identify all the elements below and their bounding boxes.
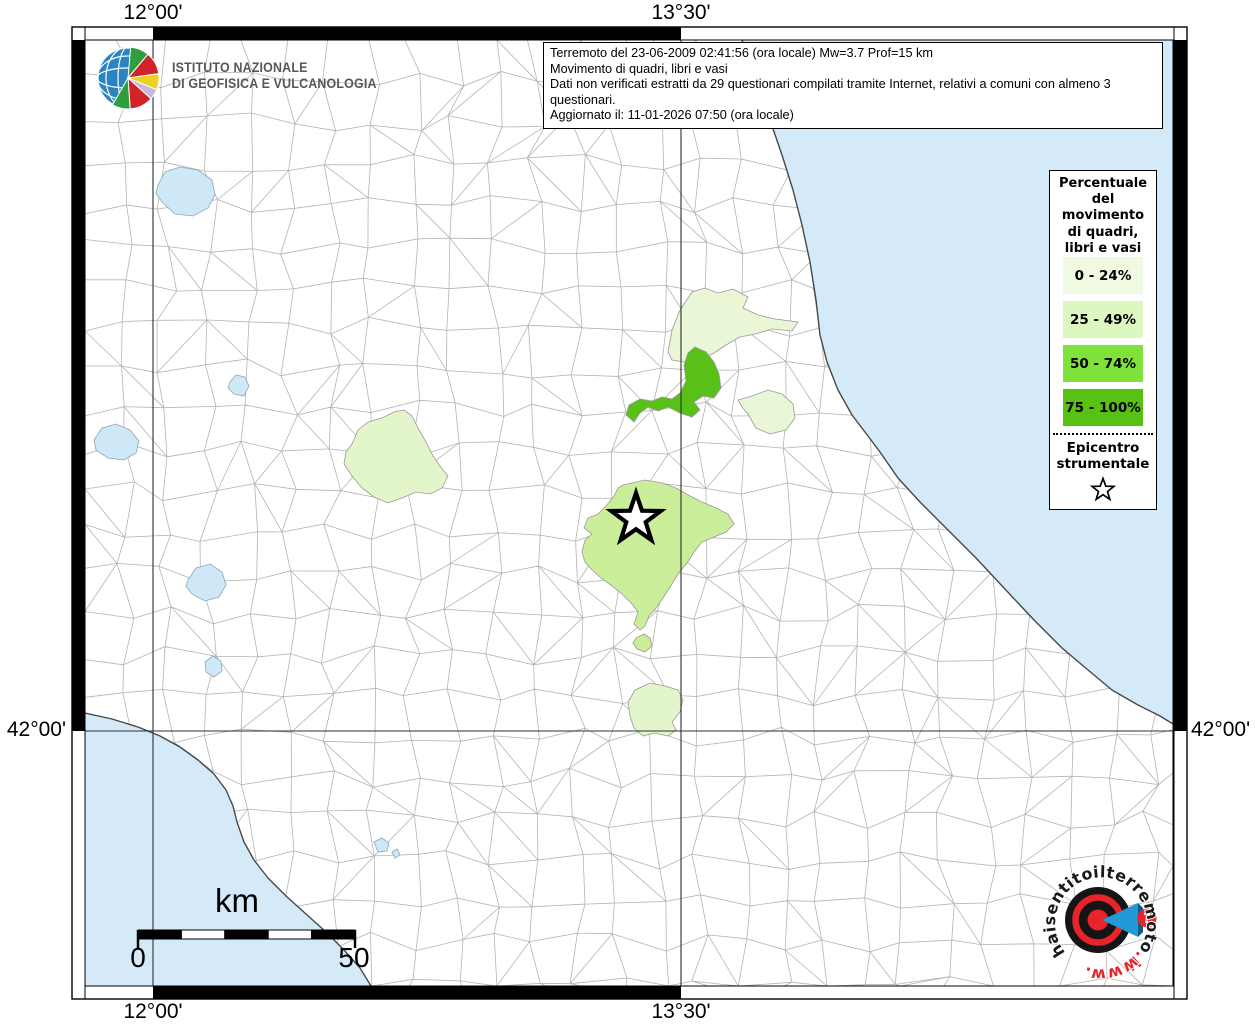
- ingv-name-line2: DI GEOFISICA E VULCANOLOGIA: [172, 76, 377, 91]
- info-line-updated: Aggiornato il: 11-01-2026 07:50 (ora loc…: [550, 108, 794, 123]
- legend-epicenter-label: Epicentro strumentale: [1050, 440, 1156, 472]
- tick-left-42: 42°00': [6, 718, 66, 741]
- legend-epicenter-line: Epicentro: [1066, 440, 1140, 457]
- earthquake-info-box: Terremoto del 23-06-2009 02:41:56 (ora l…: [543, 42, 1163, 129]
- shaded-municipality: [627, 682, 684, 737]
- tick-right-42: 42°00': [1191, 718, 1251, 741]
- info-line-event: Terremoto del 23-06-2009 02:41:56 (ora l…: [550, 46, 933, 60]
- legend-swatch-label: 0 - 24%: [1074, 267, 1132, 284]
- legend-title-line: Percentuale: [1058, 176, 1148, 191]
- legend-title-line: del: [1091, 192, 1115, 208]
- legend-title: Percentuale del movimento di quadri, lib…: [1050, 176, 1156, 257]
- legend-swatch-label: 25 - 49%: [1069, 311, 1137, 328]
- legend-separator: [1053, 433, 1153, 436]
- legend-title-line: movimento: [1061, 208, 1145, 224]
- map-area: [85, 40, 1173, 986]
- svg-text:www.: www.: [1081, 953, 1142, 984]
- legend-swatch-label: 75 - 100%: [1065, 399, 1141, 416]
- legend-title-line: di quadri,: [1067, 224, 1139, 240]
- tick-top-1330: 13°30': [651, 1, 711, 24]
- ingv-name-line1: ISTITUTO NAZIONALE: [172, 60, 308, 75]
- legend-title-line: libri e vasi: [1064, 240, 1142, 256]
- tick-bottom-12: 12°00': [123, 1000, 183, 1023]
- scalebar-unit: km: [215, 882, 259, 919]
- scalebar-start: 0: [130, 942, 146, 973]
- legend-epicenter-line: strumentale: [1056, 456, 1150, 473]
- tick-top-12: 12°00': [123, 1, 183, 24]
- macroseismic-map-page: 12°00' 13°30' 12°00' 13°30' 42°00' 42°00…: [0, 0, 1255, 1024]
- legend-swatch-label: 50 - 74%: [1069, 355, 1137, 372]
- ingv-globe-icon: [97, 46, 160, 110]
- ingv-branding: ISTITUTO NAZIONALE DI GEOFISICA E VULCAN…: [94, 44, 394, 112]
- legend-swatch-75-100: 75 - 100%: [1063, 389, 1143, 427]
- legend-swatch-50-74: 50 - 74%: [1063, 345, 1143, 383]
- scalebar-end: 50: [338, 942, 370, 973]
- info-line-effect: Movimento di quadri, libri e vasi: [550, 61, 728, 76]
- legend-star-icon: [1089, 476, 1117, 502]
- haisentitoilterremoto-logo: ? haisentitoilterremoto.it www.: [1039, 861, 1163, 985]
- legend-swatch-25-49: 25 - 49%: [1063, 301, 1143, 339]
- ingv-institute-name: ISTITUTO NAZIONALE DI GEOFISICA E VULCAN…: [172, 60, 377, 92]
- logo-ring-www: www.: [1081, 953, 1142, 984]
- legend-swatch-0-24: 0 - 24%: [1063, 257, 1143, 295]
- legend: Percentuale del movimento di quadri, lib…: [1049, 170, 1157, 510]
- info-line-source: Dati non verificati estratti da 29 quest…: [550, 77, 1111, 107]
- tick-bottom-1330: 13°30': [651, 1000, 711, 1023]
